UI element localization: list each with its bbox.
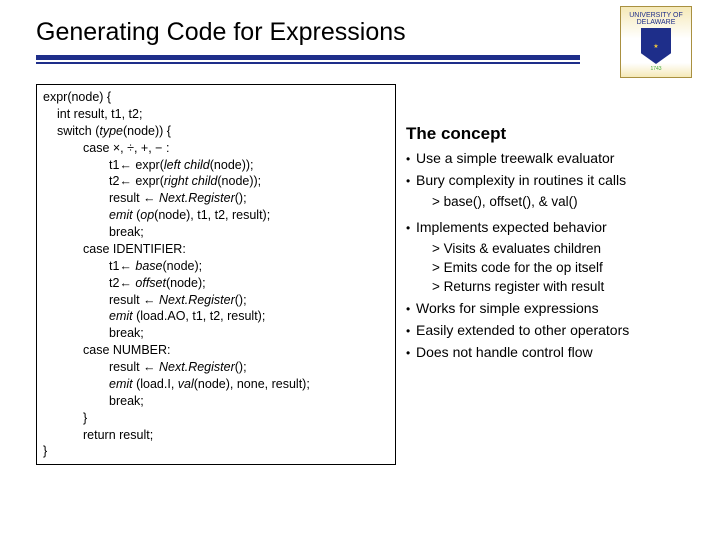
logo-shield-icon: ★ [641, 28, 671, 64]
code-line: emit (load.I, val(node), none, result); [43, 376, 389, 393]
university-logo: UNIVERSITY OF DELAWARE ★ 1743 [620, 6, 692, 78]
code-line: case ×, ÷, +, − : [43, 140, 389, 157]
code-line: t2← expr(right child(node)); [43, 173, 389, 190]
sub-item: > Visits & evaluates children [432, 241, 700, 256]
code-line: emit (load.AO, t1, t2, result); [43, 308, 389, 325]
code-listing: expr(node) { int result, t1, t2; switch … [36, 84, 396, 465]
code-line: t1← expr(left child(node)); [43, 157, 389, 174]
sub-item: > base(), offset(), & val() [432, 194, 700, 209]
bullet-item: •Bury complexity in routines it calls [406, 172, 700, 190]
concept-heading: The concept [406, 124, 700, 144]
sub-item: > Emits code for the op itself [432, 260, 700, 275]
code-line: break; [43, 393, 389, 410]
logo-top-text: UNIVERSITY OF [629, 12, 683, 19]
title-rule [36, 55, 580, 64]
code-line: emit (op(node), t1, t2, result); [43, 207, 389, 224]
bullet-item: •Use a simple treewalk evaluator [406, 150, 700, 168]
code-line: result ← Next.Register(); [43, 190, 389, 207]
code-line: expr(node) { [43, 89, 389, 106]
code-line: t2← offset(node); [43, 275, 389, 292]
code-line: switch (type(node)) { [43, 123, 389, 140]
sub-item: > Returns register with result [432, 279, 700, 294]
code-line: case IDENTIFIER: [43, 241, 389, 258]
code-line: int result, t1, t2; [43, 106, 389, 123]
code-line: t1← base(node); [43, 258, 389, 275]
code-line: result ← Next.Register(); [43, 292, 389, 309]
bullet-item: •Easily extended to other operators [406, 322, 700, 340]
logo-year: 1743 [650, 66, 661, 72]
bullet-item: •Does not handle control flow [406, 344, 700, 362]
code-line: case NUMBER: [43, 342, 389, 359]
code-line: result ← Next.Register(); [43, 359, 389, 376]
code-line: break; [43, 325, 389, 342]
code-line: return result; [43, 427, 389, 444]
logo-bottom-text: DELAWARE [637, 19, 676, 26]
concept-panel: The concept •Use a simple treewalk evalu… [406, 84, 700, 465]
slide-title: Generating Code for Expressions [36, 18, 700, 47]
code-line: break; [43, 224, 389, 241]
bullet-item: •Works for simple expressions [406, 300, 700, 318]
bullet-item: •Implements expected behavior [406, 219, 700, 237]
code-line: } [43, 410, 389, 427]
code-line: } [43, 443, 389, 460]
